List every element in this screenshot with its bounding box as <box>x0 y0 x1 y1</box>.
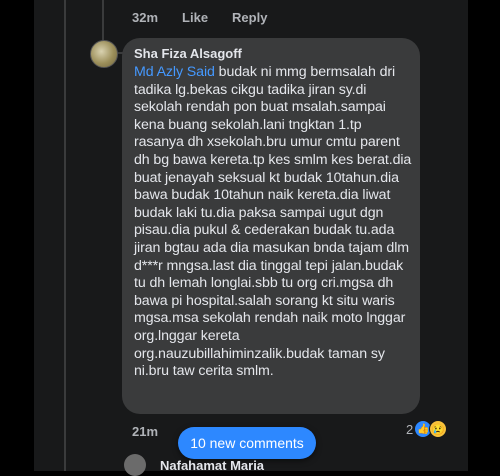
avatar[interactable] <box>90 40 118 68</box>
sad-reaction-icon: 😢 <box>429 420 448 438</box>
previous-comment-meta: 32m Like Reply <box>132 10 267 25</box>
comment-text: Md Azly Said budak ni mmg bermsalah dri … <box>134 64 412 381</box>
comment-bubble: Sha Fiza Alsagoff Md Azly Said budak ni … <box>122 38 420 414</box>
crop-border-right <box>468 0 500 471</box>
comment-author[interactable]: Sha Fiza Alsagoff <box>134 46 242 61</box>
crop-border-left <box>0 0 34 471</box>
thread-line <box>64 0 66 471</box>
next-comment-avatar[interactable] <box>124 454 146 476</box>
comment-time-bottom: 21m <box>132 424 159 439</box>
new-comments-button[interactable]: 10 new comments <box>178 427 316 459</box>
comment-body: budak ni mmg bermsalah dri tadika lg.bek… <box>134 64 412 380</box>
mention-link[interactable]: Md Azly Said <box>134 64 215 80</box>
reply-link[interactable]: Reply <box>232 10 267 25</box>
like-link[interactable]: Like <box>182 10 208 25</box>
reaction-count: 2 <box>406 421 414 437</box>
comment-time: 32m <box>132 10 159 25</box>
reaction-summary[interactable]: 2 👍 😢 <box>406 420 448 438</box>
